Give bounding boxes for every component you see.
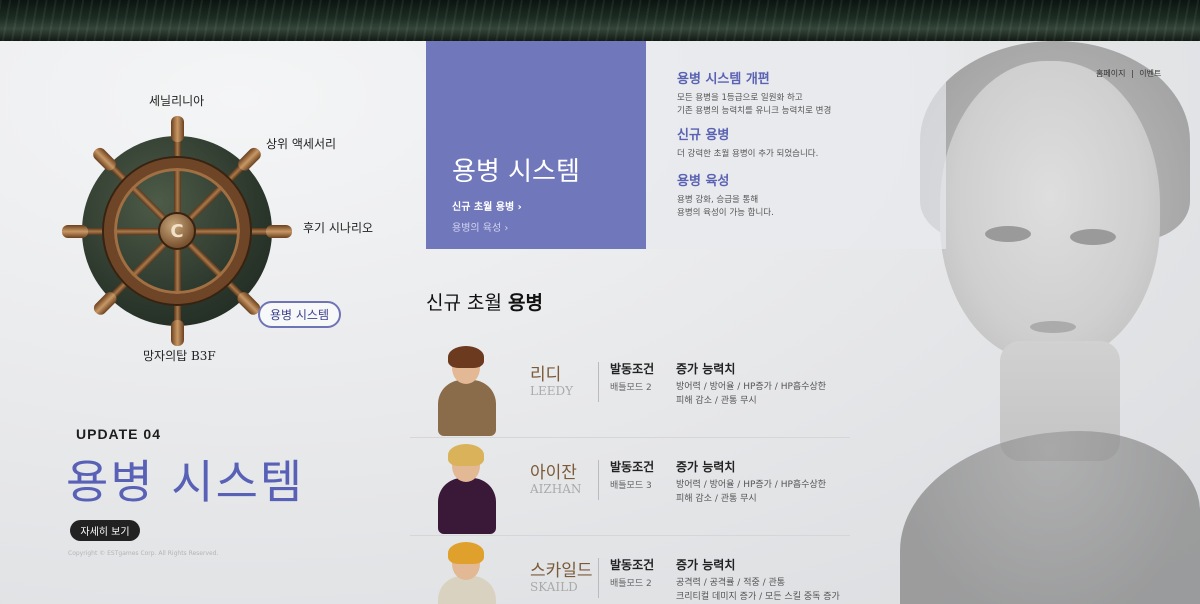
feature-title: 용병 시스템 개편	[677, 72, 770, 87]
ability-label: 증가 능력치	[676, 460, 736, 474]
mercenary-name-en: LEEDY	[530, 384, 574, 398]
event-link[interactable]: 이벤트	[1139, 69, 1161, 78]
update-title: 용병 시스템	[66, 455, 305, 509]
mercenary-name: 스카일드	[530, 561, 593, 581]
ability-label: 증가 능력치	[676, 362, 736, 376]
condition-label: 발동조건	[610, 558, 655, 572]
mercenary-name: 아이잔	[530, 463, 577, 483]
feature-desc: 더 강력한 초월 용병이 추가 되었습니다.	[677, 149, 819, 159]
feature-desc: 용병의 육성이 가능 합니다.	[677, 208, 774, 218]
copyright: Copyright © ESTgames Corp. All Rights Re…	[68, 550, 219, 557]
character-lips	[1030, 321, 1076, 333]
update-tag: UPDATE 04	[76, 426, 161, 442]
divider	[598, 460, 599, 500]
condition-label: 발동조건	[610, 460, 655, 474]
helm-wheel-nav: C	[62, 116, 292, 346]
divider	[598, 558, 599, 598]
ability-value: 방어력 / 방어율 / HP증가 / HP흡수상한 피해 감소 / 관통 무시	[676, 382, 827, 406]
portrait-body	[438, 576, 496, 604]
feature-growth: 용병 육성 용병 강화, 승급을 통해 용병의 육성이 가능 합니다.	[677, 170, 774, 220]
top-banner-image	[0, 0, 1200, 41]
helm-hub-logo: C	[158, 212, 196, 250]
feature-title: 신규 용병	[677, 128, 730, 143]
feature-desc: 용병 강화, 승급을 통해	[677, 195, 759, 205]
helm-item-scenario[interactable]: 후기 시나리오	[303, 219, 373, 236]
mercenary-portrait	[430, 346, 506, 436]
condition-value: 배틀모드 2	[610, 383, 652, 393]
ability-value: 방어력 / 방어율 / HP증가 / HP흡수상한 피해 감소 / 관통 무시	[676, 480, 827, 504]
portrait-hair	[448, 542, 484, 564]
character-eye-right	[1070, 229, 1116, 245]
character-eye-left	[985, 226, 1031, 242]
detail-button[interactable]: 자세히 보기	[70, 520, 140, 541]
mercenary-name: 리디	[530, 365, 562, 385]
condition-value: 배틀모드 2	[610, 579, 652, 589]
system-box: 용병 시스템 신규 초월 용병 › 용병의 육성 ›	[426, 41, 646, 249]
top-links: 홈페이지 | 이벤트	[1096, 68, 1164, 79]
condition-label: 발동조건	[610, 362, 655, 376]
mercenary-card: 리디 LEEDY 발동조건 배틀모드 2 증가 능력치 방어력 / 방어율 / …	[410, 340, 850, 438]
portrait-hair	[448, 346, 484, 368]
mercenary-portrait	[430, 542, 506, 604]
section-title: 신규 초월 용병	[426, 292, 543, 314]
divider	[598, 362, 599, 402]
homepage-link[interactable]: 홈페이지	[1096, 69, 1125, 78]
helm-item-tower[interactable]: 망자의탑 B3F	[143, 347, 216, 364]
system-box-link-growth[interactable]: 용병의 육성 ›	[452, 219, 508, 234]
mercenary-card: 아이잔 AIZHAN 발동조건 배틀모드 3 증가 능력치 방어력 / 방어율 …	[410, 438, 850, 536]
mercenary-portrait	[430, 444, 506, 534]
ability-label: 증가 능력치	[676, 558, 736, 572]
link-divider: |	[1131, 69, 1134, 78]
feature-new-mercenary: 신규 용병 더 강력한 초월 용병이 추가 되었습니다.	[677, 124, 818, 161]
helm-item-senilinia[interactable]: 세닐리니아	[149, 92, 204, 109]
character-dress	[900, 431, 1200, 604]
portrait-body	[438, 478, 496, 534]
feature-desc: 모든 용병을 1등급으로 일원화 하고	[677, 93, 803, 103]
system-box-title: 용병 시스템	[452, 157, 580, 187]
mercenary-name-en: AIZHAN	[530, 482, 582, 496]
feature-title: 용병 육성	[677, 174, 730, 189]
feature-reform: 용병 시스템 개편 모든 용병을 1등급으로 일원화 하고 기존 용병의 능력치…	[677, 68, 831, 118]
helm-item-mercenary-system[interactable]: 용병 시스템	[258, 301, 342, 328]
condition-value: 배틀모드 3	[610, 481, 652, 491]
helm-item-accessory[interactable]: 상위 액세서리	[266, 135, 336, 152]
mercenary-name-en: SKAILD	[530, 580, 578, 594]
system-box-link-new[interactable]: 신규 초월 용병 ›	[452, 198, 522, 213]
mercenary-card: 스카일드 SKAILD 발동조건 배틀모드 2 증가 능력치 공격력 / 공격률…	[410, 536, 850, 604]
feature-desc: 기존 용병의 능력치를 유니크 능력치로 변경	[677, 106, 832, 116]
ability-value: 공격력 / 공격률 / 적중 / 관통 크리티컬 데미지 증가 / 모든 스킬 중…	[676, 578, 840, 602]
portrait-body	[438, 380, 496, 436]
character-face	[940, 61, 1160, 361]
portrait-hair	[448, 444, 484, 466]
